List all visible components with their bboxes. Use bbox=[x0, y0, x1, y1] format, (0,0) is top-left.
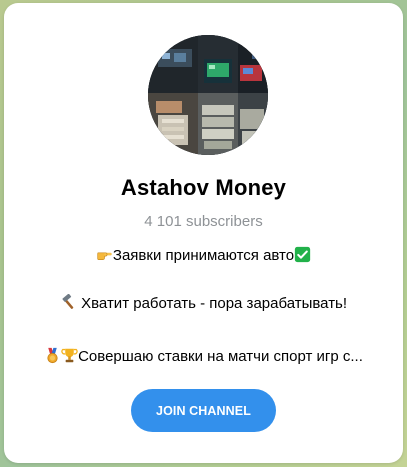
join-channel-button[interactable]: JOIN CHANNEL bbox=[131, 389, 276, 432]
subscriber-count: 4 101 subscribers bbox=[144, 213, 263, 230]
check-mark-icon bbox=[294, 246, 311, 263]
channel-avatar-collage bbox=[148, 35, 268, 155]
description-line-1-text: Заявки принимаются авто bbox=[112, 247, 295, 264]
channel-preview-card: Astahov Money 4 101 subscribers Заявки п… bbox=[4, 3, 403, 463]
description-line-3-text: Совершаю ставки на матчи спорт игр с... bbox=[78, 348, 363, 365]
hammer-icon bbox=[62, 294, 74, 309]
description-line-2: Хватит работать - пора зарабатывать! bbox=[4, 294, 403, 312]
trophy-icon bbox=[61, 348, 78, 363]
channel-title: Astahov Money bbox=[120, 175, 287, 200]
description-line-2-text: Хватит работать - пора зарабатывать! bbox=[76, 295, 348, 312]
description-line-3: Совершаю ставки на матчи спорт игр с... bbox=[4, 347, 403, 365]
channel-avatar bbox=[148, 35, 268, 155]
pointing-right-hand-icon bbox=[97, 252, 112, 260]
description-line-1: Заявки принимаются авто bbox=[4, 246, 403, 264]
medal-icon bbox=[47, 347, 58, 364]
